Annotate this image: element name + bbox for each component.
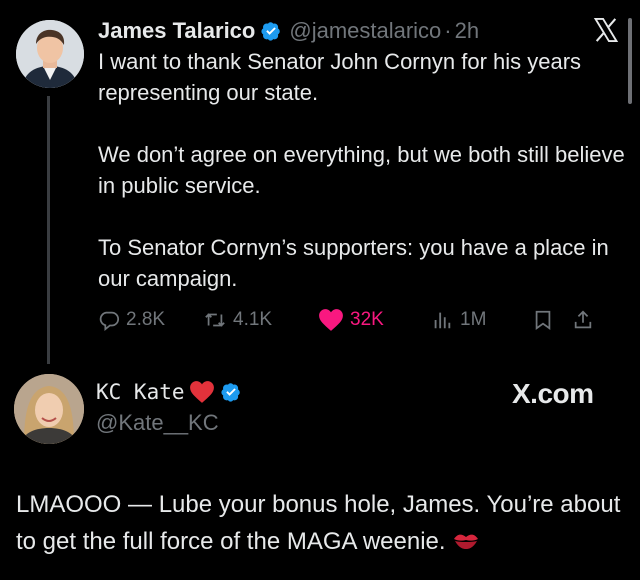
repost-count: 4.1K (233, 309, 273, 330)
x-logo-icon[interactable] (592, 16, 620, 44)
tweet-header: James Talarico @jamestalarico · 2h (98, 16, 479, 46)
tweet-paragraph: We don’t agree on everything, but we bot… (98, 142, 625, 198)
author-handle[interactable]: @jamestalarico (289, 18, 441, 44)
thread-line (47, 96, 50, 364)
repost-icon (205, 313, 225, 327)
author-name[interactable]: James Talarico (98, 18, 255, 44)
views-icon (434, 312, 451, 329)
reply-button[interactable]: 2.8K (98, 309, 203, 331)
views-count: 1M (460, 309, 487, 330)
share-button[interactable] (572, 309, 602, 331)
separator-dot: · (444, 18, 452, 43)
verified-icon (261, 21, 281, 41)
reply-body: LMAOOO — Lube your bonus hole, James. Yo… (16, 486, 626, 560)
scrollbar[interactable] (628, 18, 632, 104)
bookmark-button[interactable] (532, 309, 572, 331)
reply-header: KC Kate (96, 380, 241, 404)
author-avatar[interactable] (16, 20, 84, 88)
reply-icon (99, 311, 120, 331)
like-icon (319, 309, 343, 331)
tweet-body: I want to thank Senator John Cornyn for … (98, 46, 628, 325)
kiss-emoji-icon (454, 534, 479, 549)
views-button[interactable]: 1M (430, 309, 532, 331)
tweet-actions: 2.8K 4.1K 32K 1M (98, 302, 602, 338)
tweet-paragraph: To Senator Cornyn’s supporters: you have… (98, 235, 609, 291)
like-count: 32K (350, 309, 384, 330)
reply-author-name[interactable]: KC Kate (96, 380, 185, 404)
timestamp[interactable]: 2h (455, 18, 479, 44)
share-icon (574, 310, 592, 329)
xcom-watermark: X.com (512, 378, 594, 409)
reply-author-avatar[interactable] (14, 374, 84, 444)
like-button[interactable]: 32K (318, 308, 430, 332)
tweet-paragraph: I want to thank Senator John Cornyn for … (98, 49, 582, 105)
repost-button[interactable]: 4.1K (203, 309, 318, 331)
bookmark-icon (535, 310, 551, 330)
verified-icon (220, 382, 241, 402)
heart-emoji-icon (189, 381, 214, 403)
reply-author-handle[interactable]: @Kate__KC (96, 410, 219, 436)
reply-text: LMAOOO — Lube your bonus hole, James. Yo… (16, 491, 621, 555)
reply-count: 2.8K (126, 309, 166, 330)
